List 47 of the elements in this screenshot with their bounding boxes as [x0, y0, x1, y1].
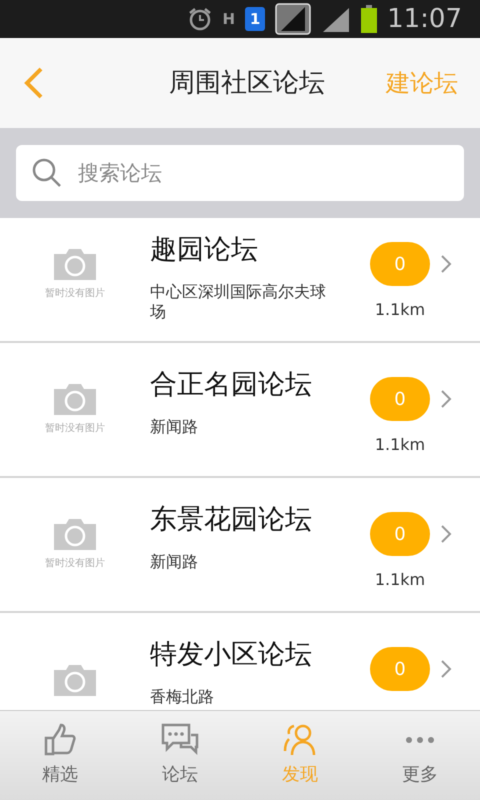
tab[interactable]: 论坛 [120, 711, 240, 800]
signal-icon [275, 3, 312, 35]
more-icon [405, 736, 435, 744]
chevron-icon [440, 389, 452, 409]
forum-address: 香梅北路 [150, 687, 215, 707]
post-count-badge: 0 [370, 512, 430, 556]
camera-icon [54, 248, 96, 280]
camera-icon [54, 664, 96, 696]
clock-time: 11:07 [387, 6, 462, 32]
forum-row[interactable]: 暂时没有图片 趣园论坛 中心区深圳国际高尔夫球场 0 1.1km [0, 218, 480, 343]
forum-address: 新闻路 [150, 552, 199, 572]
chat-icon [161, 723, 199, 757]
post-count-badge: 0 [370, 377, 430, 421]
chevron-icon [440, 524, 452, 544]
battery-icon [361, 5, 378, 33]
tab[interactable]: 精选 [0, 711, 120, 800]
no-image-caption: 暂时没有图片 [45, 422, 105, 436]
thumbs-up-icon [43, 723, 77, 757]
search-field[interactable]: 搜索论坛 [16, 145, 464, 201]
post-count-badge: 0 [370, 647, 430, 691]
back-icon [22, 66, 44, 100]
forum-name: 趣园论坛 [150, 233, 259, 267]
distance-text: 1.1km [374, 434, 426, 456]
chevron-icon [440, 659, 452, 679]
network-type: H [222, 12, 236, 26]
camera-icon [54, 383, 96, 415]
tab[interactable]: 更多 [360, 711, 480, 800]
page-title: 周围社区论坛 [168, 66, 326, 100]
chevron-icon [440, 254, 452, 274]
distance-text: 1.1km [374, 569, 426, 591]
search-icon [32, 158, 62, 188]
people-icon [283, 723, 317, 757]
forum-name: 东景花园论坛 [150, 503, 313, 537]
forum-address: 新闻路 [150, 417, 199, 437]
signal-icon [321, 6, 352, 32]
forum-row[interactable]: 暂时没有图片 合正名园论坛 新闻路 0 1.1km [0, 343, 480, 478]
alarm-icon [186, 6, 212, 32]
no-image-caption: 暂时没有图片 [45, 556, 105, 571]
forum-name: 特发小区论坛 [150, 638, 313, 672]
sim-icon: 1 [245, 7, 266, 31]
distance-text: 1.1km [374, 299, 426, 321]
post-count-badge: 0 [370, 242, 430, 286]
forum-row[interactable]: 暂时没有图片 东景花园论坛 新闻路 0 1.1km [0, 478, 480, 613]
forum-name: 合正名园论坛 [150, 368, 313, 402]
no-image-caption: 暂时没有图片 [45, 286, 105, 301]
forum-address: 中心区深圳国际高尔夫球场 [150, 282, 327, 322]
camera-icon [54, 518, 96, 550]
